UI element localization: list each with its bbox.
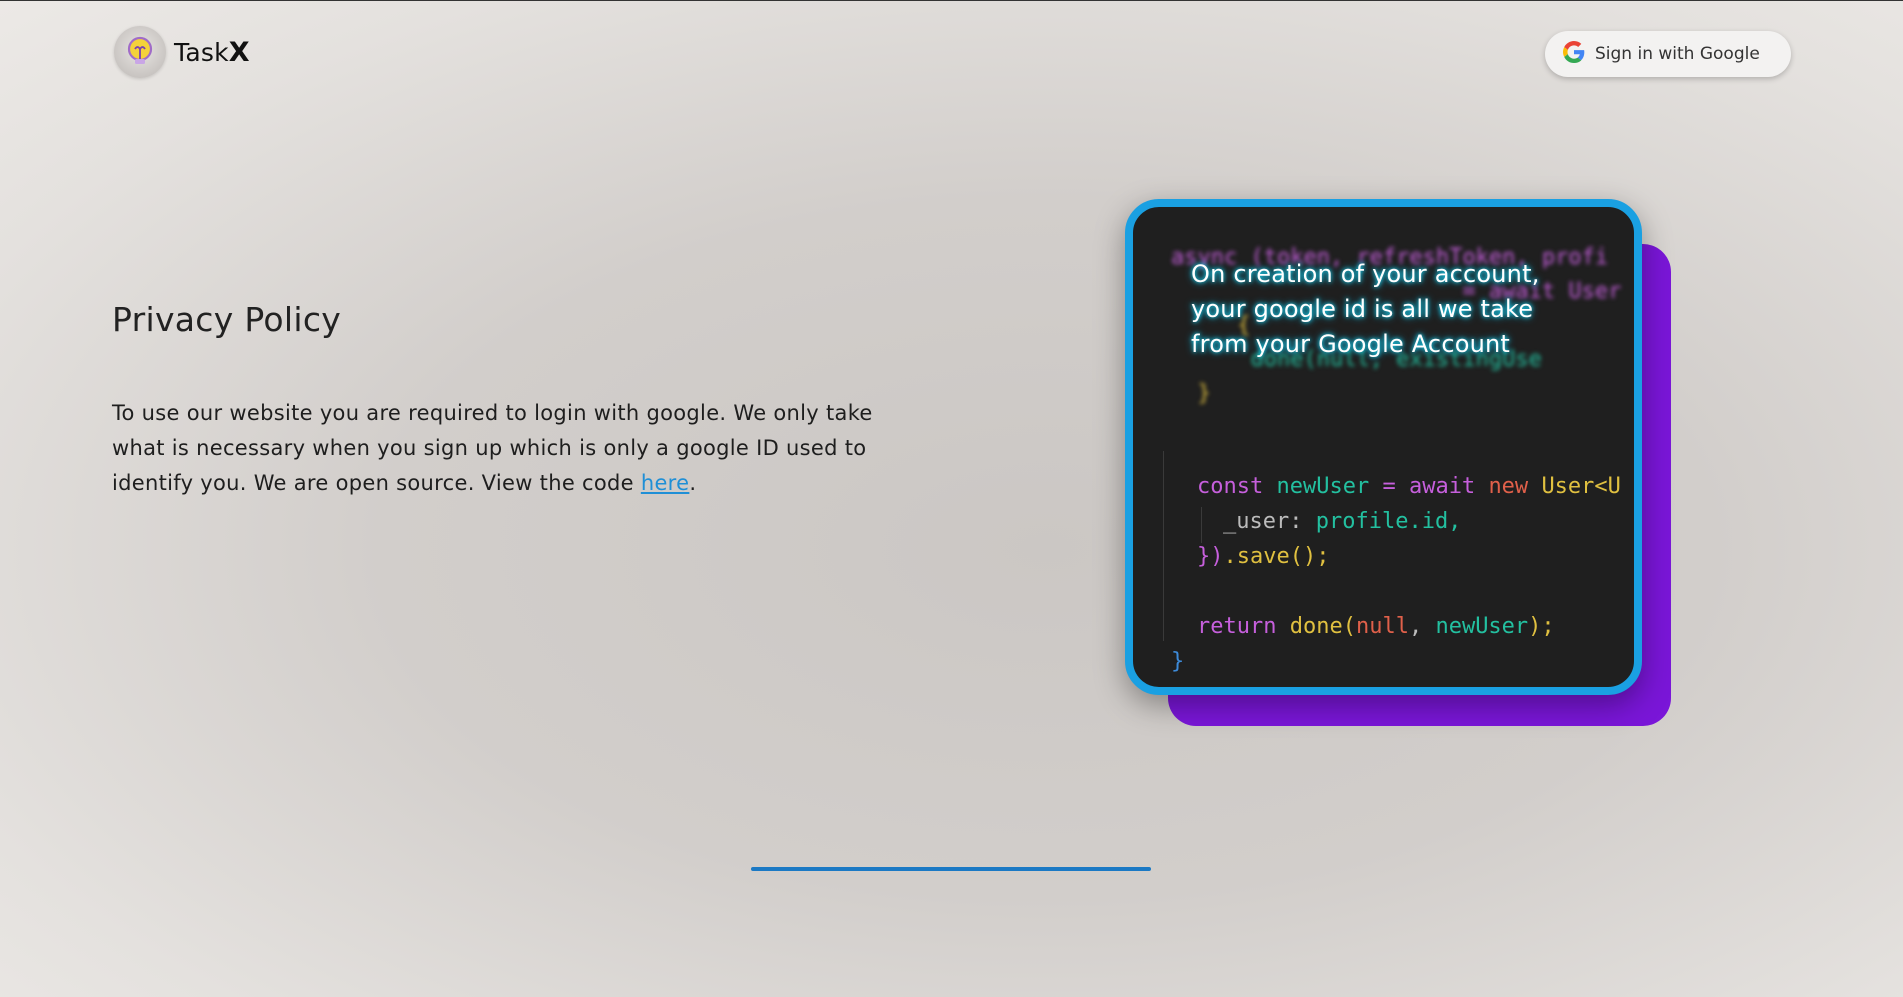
- lightbulb-icon: [114, 26, 166, 78]
- code-snippet: const newUser = await new User<U _user: …: [1171, 469, 1621, 679]
- code-token: _user:: [1223, 509, 1303, 534]
- brand-name-suffix: X: [228, 36, 250, 68]
- code-card: async (token, refreshToken, profi = awai…: [1125, 199, 1642, 695]
- page-title: Privacy Policy: [112, 300, 342, 339]
- google-g-icon: [1563, 40, 1585, 68]
- indent-guide: [1163, 451, 1164, 641]
- privacy-text: To use our website you are required to l…: [112, 401, 873, 495]
- code-token: ,: [1408, 614, 1423, 639]
- card-caption: On creation of your account, your google…: [1191, 260, 1540, 358]
- code-token: }): [1197, 544, 1224, 569]
- code-token: );: [1528, 614, 1555, 639]
- code-token: return: [1197, 614, 1277, 639]
- code-token: newUser: [1435, 614, 1529, 639]
- code-token: profile.id,: [1315, 509, 1462, 534]
- code-token: User<U: [1541, 474, 1621, 499]
- code-token: =: [1382, 474, 1396, 499]
- loading-bar: [751, 867, 1151, 871]
- paragraph-end: .: [689, 471, 697, 495]
- google-signin-button[interactable]: Sign in with Google: [1545, 31, 1791, 77]
- privacy-paragraph: To use our website you are required to l…: [112, 396, 902, 501]
- source-code-link[interactable]: here: [641, 471, 690, 495]
- code-token: const: [1197, 474, 1264, 499]
- top-border: [0, 0, 1903, 1]
- brand-name: TaskX: [174, 37, 250, 68]
- code-token: .save();: [1223, 544, 1330, 569]
- code-token: new: [1488, 474, 1529, 499]
- brand-name-text: Task: [174, 37, 229, 67]
- code-token: await: [1408, 474, 1476, 499]
- code-token: done(: [1289, 614, 1356, 639]
- signin-label: Sign in with Google: [1595, 44, 1760, 64]
- code-token: null: [1355, 614, 1409, 639]
- code-token: }: [1171, 649, 1185, 674]
- code-token: newUser: [1276, 474, 1370, 499]
- brand-logo[interactable]: TaskX: [114, 26, 250, 78]
